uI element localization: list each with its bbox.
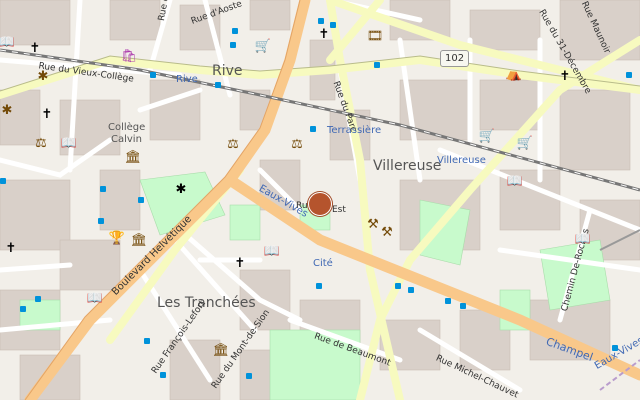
viewpoint-icon[interactable]: ✱ xyxy=(174,183,188,197)
bus-stop-icon[interactable] xyxy=(144,338,150,344)
bus-stop-icon[interactable] xyxy=(98,218,104,224)
bus-stop-icon[interactable] xyxy=(35,296,41,302)
viewpoint-icon[interactable]: ✱ xyxy=(0,104,14,118)
bus-stop-icon[interactable] xyxy=(232,28,238,34)
bus-stop-icon[interactable] xyxy=(20,306,26,312)
court-icon[interactable]: ⚖ xyxy=(290,138,304,152)
bus-stop-icon[interactable] xyxy=(215,82,221,88)
bus-stop-icon[interactable] xyxy=(160,372,166,378)
library-icon[interactable]: 📖 xyxy=(575,233,591,247)
court-icon[interactable]: ⚖ xyxy=(34,137,48,151)
viewpoint-icon[interactable]: ⛺ xyxy=(506,68,522,82)
bus-stop-icon[interactable] xyxy=(230,42,236,48)
bus-stop-icon[interactable] xyxy=(374,62,380,68)
tools-icon[interactable]: ⚒ xyxy=(366,218,380,232)
library-icon[interactable]: 📖 xyxy=(61,137,77,151)
shop-icon[interactable]: 🛒 xyxy=(255,40,271,54)
church-icon[interactable]: ✝ xyxy=(28,42,42,56)
bus-stop-icon[interactable] xyxy=(408,287,414,293)
shop-icon[interactable]: 🛍 xyxy=(121,50,138,64)
bus-stop-icon[interactable] xyxy=(460,303,466,309)
bus-stop-icon[interactable] xyxy=(330,22,336,28)
location-marker-icon[interactable] xyxy=(308,192,332,216)
map-view[interactable]: 102 Rive Rive Villereuse Villereuse Terr… xyxy=(0,0,640,400)
bus-stop-icon[interactable] xyxy=(246,373,252,379)
bus-stop-icon[interactable] xyxy=(150,72,156,78)
church-icon[interactable]: ✝ xyxy=(317,28,331,42)
bus-stop-icon[interactable] xyxy=(100,186,106,192)
library-icon[interactable]: 📖 xyxy=(264,245,280,259)
bus-stop-icon[interactable] xyxy=(138,197,144,203)
bus-stop-icon[interactable] xyxy=(626,72,632,78)
church-icon[interactable]: ✝ xyxy=(558,70,572,84)
bus-stop-icon[interactable] xyxy=(395,283,401,289)
museum-icon[interactable]: 🏛 xyxy=(125,151,142,165)
museum-icon[interactable]: 🏛 xyxy=(213,344,230,358)
bus-stop-icon[interactable] xyxy=(318,18,324,24)
library-icon[interactable]: 📖 xyxy=(87,292,103,306)
bus-stop-icon[interactable] xyxy=(0,178,6,184)
shop-icon[interactable]: 🛒 xyxy=(479,130,495,144)
bus-stop-icon[interactable] xyxy=(612,345,618,351)
tools-icon[interactable]: ⚒ xyxy=(380,226,394,240)
church-icon[interactable]: ✝ xyxy=(233,257,247,271)
shop-icon[interactable]: 🛒 xyxy=(517,137,533,151)
church-icon[interactable]: ✝ xyxy=(40,108,54,122)
route-shield: 102 xyxy=(440,50,470,67)
library-icon[interactable]: 📖 xyxy=(507,175,523,189)
trophy-icon[interactable]: 🏆 xyxy=(109,232,125,246)
bus-stop-icon[interactable] xyxy=(316,283,322,289)
court-icon[interactable]: ⚖ xyxy=(226,138,240,152)
viewpoint-icon[interactable]: ✱ xyxy=(36,70,50,84)
museum-icon[interactable]: 🏛 xyxy=(131,234,148,248)
bus-stop-icon[interactable] xyxy=(445,298,451,304)
library-icon[interactable]: 📖 xyxy=(0,36,15,50)
route-number: 102 xyxy=(445,53,465,64)
church-icon[interactable]: ✝ xyxy=(4,242,18,256)
bus-stop-icon[interactable] xyxy=(310,126,316,132)
cinema-icon[interactable]: 🎞 xyxy=(367,30,384,44)
